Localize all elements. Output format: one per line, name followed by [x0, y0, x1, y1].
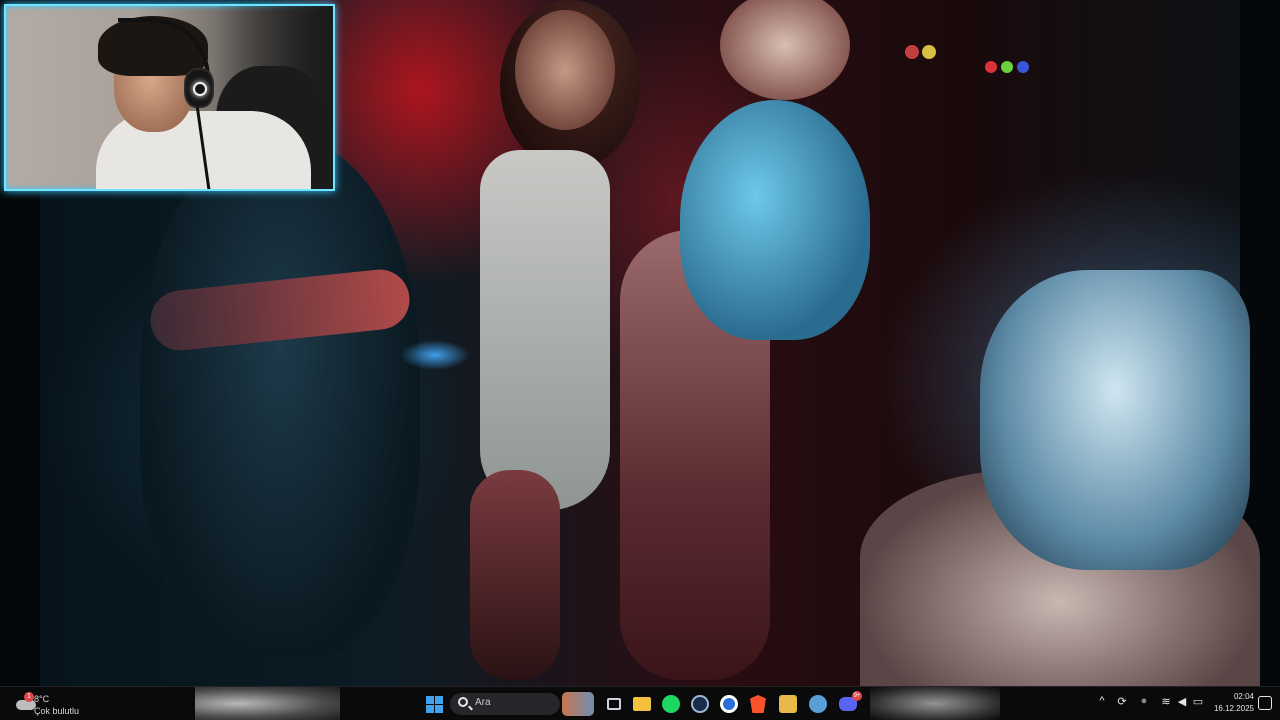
folder-icon [633, 697, 651, 711]
desktop [0, 0, 1280, 686]
dancer-middle-dress [480, 150, 610, 510]
discord-badge: 9+ [852, 691, 862, 701]
search-placeholder: Ara [475, 697, 491, 708]
party-lights [985, 60, 1045, 74]
dancer-middle-head [515, 10, 615, 130]
taskbar-wallpaper [195, 687, 340, 720]
facecam-overlay [4, 4, 335, 191]
taskbar: 1 8°C Çok bulutlu Ara 9+ ^ ⟳ ● ≋ ◀ ▭ 02:… [0, 686, 1280, 720]
search-icon [458, 697, 468, 707]
dancer-left [140, 140, 420, 660]
search-highlight-thumbnail[interactable] [562, 692, 594, 716]
task-view-icon [607, 698, 621, 710]
sync-icon[interactable]: ⟳ [1114, 695, 1130, 713]
cloud-icon: 1 [14, 692, 36, 712]
windows-icon [425, 695, 443, 713]
steam-icon [691, 695, 709, 713]
app-icon [779, 695, 797, 713]
blue-light [400, 340, 470, 370]
start-button[interactable] [424, 694, 444, 714]
headset-light [193, 82, 207, 96]
search-box[interactable]: Ara [450, 693, 560, 715]
chevron-up-icon[interactable]: ^ [1094, 695, 1110, 713]
ceiling-lights [905, 45, 939, 64]
spotify-button[interactable] [661, 694, 681, 714]
app-button-2[interactable] [808, 694, 828, 714]
file-explorer-button[interactable] [632, 694, 652, 714]
steam-button[interactable] [690, 694, 710, 714]
taskbar-wallpaper-right [870, 687, 1000, 720]
task-view-button[interactable] [604, 694, 624, 714]
dancer-right-torso [680, 100, 870, 340]
clock-date: 16.12.2025 [1213, 704, 1254, 713]
app-button[interactable] [778, 694, 798, 714]
chrome-icon [720, 695, 738, 713]
brave-icon [750, 695, 766, 713]
wifi-icon[interactable]: ≋ [1158, 695, 1174, 713]
weather-condition: Çok bulutlu [34, 706, 80, 716]
dancer-right-head [720, 0, 850, 100]
browser-button[interactable] [719, 694, 739, 714]
weather-temp: 8°C [34, 694, 50, 704]
brave-button[interactable] [748, 694, 768, 714]
spotify-icon [662, 695, 680, 713]
lit-fabric [980, 270, 1250, 570]
battery-icon[interactable]: ▭ [1190, 695, 1206, 713]
dancer-middle-leg [470, 470, 560, 680]
system-clock[interactable]: 02:04 16.12.2025 [1208, 691, 1254, 715]
volume-icon[interactable]: ◀ [1174, 695, 1190, 713]
microphone-icon[interactable]: ● [1136, 695, 1152, 713]
progress-dots [244, 680, 364, 684]
discord-button[interactable]: 9+ [838, 691, 862, 714]
app-icon [809, 695, 827, 713]
weather-widget[interactable]: 1 8°C Çok bulutlu [8, 690, 88, 718]
clock-time: 02:04 [1233, 692, 1254, 701]
notification-icon[interactable] [1258, 696, 1272, 710]
weather-badge: 1 [24, 692, 34, 702]
